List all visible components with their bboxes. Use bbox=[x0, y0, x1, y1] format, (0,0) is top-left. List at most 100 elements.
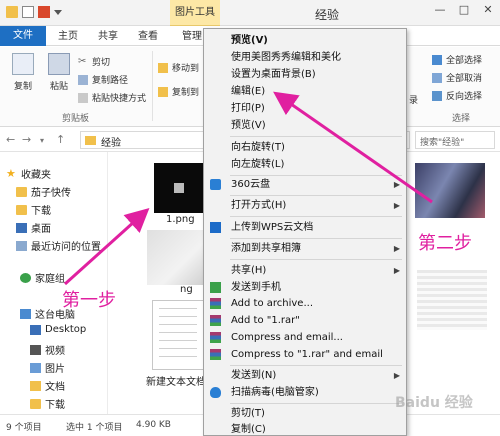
properties-icon[interactable] bbox=[22, 6, 34, 18]
select-none-button[interactable]: 全部取消 bbox=[432, 71, 482, 84]
nav-pc-downloads[interactable]: 下载 bbox=[30, 396, 65, 411]
nav-pc-videos[interactable]: 视频 bbox=[30, 342, 65, 357]
quick-access-toolbar bbox=[6, 6, 62, 18]
paste-icon bbox=[48, 53, 70, 75]
minimize-button[interactable]: — bbox=[428, 0, 452, 20]
nav-pc-documents[interactable]: 文档 bbox=[30, 378, 65, 393]
file-label-1png[interactable]: 1.png bbox=[166, 214, 195, 225]
back-icon[interactable]: ← bbox=[6, 133, 15, 146]
selected-size: 4.90 KB bbox=[136, 420, 171, 430]
paste-button[interactable]: 粘贴 bbox=[44, 53, 74, 92]
move-to-button[interactable]: 移动到 bbox=[158, 61, 199, 74]
recent-places-icon bbox=[16, 240, 27, 251]
menu-item-meitu[interactable]: 使用美图秀秀编辑和美化 bbox=[204, 49, 406, 66]
menu-item-wps-upload[interactable]: 上传到WPS云文档 bbox=[204, 219, 406, 236]
tab-share[interactable]: 共享 bbox=[98, 28, 118, 46]
winrar-icon bbox=[210, 349, 221, 360]
blurred-thumbnail[interactable] bbox=[147, 230, 207, 285]
invert-selection-icon bbox=[432, 90, 442, 101]
menu-item-open-with[interactable]: 打开方式(H) ▶ bbox=[204, 197, 406, 214]
desktop-icon bbox=[16, 222, 27, 233]
folder-icon bbox=[16, 186, 27, 197]
menu-item-cut[interactable]: 剪切(T) bbox=[204, 405, 406, 422]
blurred-document-thumbnail[interactable] bbox=[417, 270, 487, 330]
baidu-watermark: Baidu 经验 bbox=[395, 395, 473, 411]
menu-item-add-to-archive[interactable]: Add to archive... bbox=[204, 295, 406, 312]
menu-separator bbox=[230, 403, 402, 404]
menu-item-360-cloud[interactable]: 360云盘 ▶ bbox=[204, 176, 406, 193]
tab-view[interactable]: 查看 bbox=[138, 28, 158, 46]
menu-separator bbox=[230, 216, 402, 217]
menu-item-preview[interactable]: 预览(V) bbox=[204, 117, 406, 134]
menu-item-print[interactable]: 打印(P) bbox=[204, 100, 406, 117]
phone-icon bbox=[210, 282, 221, 293]
nav-item-qiezi[interactable]: 茄子快传 bbox=[16, 184, 71, 199]
text-document-thumbnail[interactable] bbox=[152, 300, 204, 370]
forward-icon[interactable]: → bbox=[22, 133, 31, 146]
paste-shortcut-button[interactable]: 粘贴快捷方式 bbox=[78, 91, 146, 104]
step1-annotation: 第一步 bbox=[62, 290, 116, 311]
menu-item-send-to[interactable]: 发送到(N) ▶ bbox=[204, 367, 406, 384]
invert-selection-button[interactable]: 反向选择 bbox=[432, 89, 482, 102]
menu-item-send-to-phone[interactable]: 发送到手机 bbox=[204, 279, 406, 296]
menu-item-shared-album[interactable]: 添加到共享相簿 ▶ bbox=[204, 240, 406, 257]
image-file-icon bbox=[174, 183, 184, 193]
file-label-png[interactable]: ng bbox=[180, 284, 193, 295]
submenu-arrow-icon: ▶ bbox=[393, 180, 400, 189]
clipboard-group-label: 剪贴板 bbox=[62, 114, 90, 124]
star-icon: ★ bbox=[6, 167, 16, 180]
navigation-pane: ★ 收藏夹 茄子快传 下载 桌面 最近访问的位置 家庭组 这台电脑 Deskto… bbox=[0, 152, 108, 414]
cut-button[interactable]: ✂ 剪切 bbox=[78, 55, 110, 68]
menu-item-rotate-right[interactable]: 向右旋转(T) bbox=[204, 139, 406, 156]
nav-pc-desktop[interactable]: Desktop bbox=[30, 324, 86, 335]
submenu-arrow-icon: ▶ bbox=[393, 244, 400, 253]
menu-item-preview-default[interactable]: 预览(V) bbox=[204, 32, 406, 49]
tab-file[interactable]: 文件 bbox=[0, 26, 46, 46]
nav-item-recent[interactable]: 最近访问的位置 bbox=[16, 238, 101, 253]
menu-item-edit[interactable]: 编辑(E) bbox=[204, 83, 406, 100]
menu-item-share[interactable]: 共享(H) ▶ bbox=[204, 262, 406, 279]
copy-path-button[interactable]: 复制路径 bbox=[78, 73, 128, 86]
file-thumbnail-1png[interactable] bbox=[154, 163, 206, 213]
copy-button[interactable]: 复制 bbox=[8, 53, 38, 92]
submenu-arrow-icon: ▶ bbox=[393, 266, 400, 275]
step2-annotation: 第二步 bbox=[418, 233, 472, 254]
copy-to-button[interactable]: 复制到 bbox=[158, 85, 199, 98]
image-thumbnail-right[interactable] bbox=[415, 163, 485, 218]
nav-item-desktop[interactable]: 桌面 bbox=[16, 220, 51, 235]
menu-item-add-to-rar[interactable]: Add to "1.rar" bbox=[204, 312, 406, 329]
folder-icon[interactable] bbox=[6, 6, 18, 18]
close-button[interactable]: ✕ bbox=[476, 0, 500, 20]
item-count: 9 个项目 bbox=[6, 423, 42, 433]
breadcrumb-current[interactable]: 经验 bbox=[101, 138, 121, 149]
select-all-icon bbox=[432, 54, 442, 65]
menu-item-compress-email[interactable]: Compress and email... bbox=[204, 329, 406, 346]
tab-manage[interactable]: 管理 bbox=[182, 28, 202, 46]
folder-icon bbox=[85, 136, 96, 145]
menu-separator bbox=[230, 136, 402, 137]
picture-tools-context-tab: 图片工具 bbox=[170, 0, 220, 26]
tab-home[interactable]: 主页 bbox=[58, 28, 78, 46]
customize-toolbar-chevron-down-icon[interactable] bbox=[54, 9, 62, 15]
nav-pc-pictures[interactable]: 图片 bbox=[30, 360, 65, 375]
winrar-icon bbox=[210, 298, 221, 309]
winrar-icon bbox=[210, 332, 221, 343]
up-icon[interactable]: ↑ bbox=[56, 133, 65, 146]
desktop-icon bbox=[30, 324, 41, 335]
title-bar: 图片工具 经验 — □ ✕ bbox=[0, 0, 500, 26]
menu-item-copy[interactable]: 复制(C) bbox=[204, 421, 406, 436]
maximize-button[interactable]: □ bbox=[452, 0, 476, 20]
recent-locations-chevron-icon[interactable]: ▾ bbox=[40, 136, 44, 145]
menu-item-compress-rar-email[interactable]: Compress to "1.rar" and email bbox=[204, 346, 406, 363]
copy-label: 复制 bbox=[13, 82, 32, 92]
menu-item-rotate-left[interactable]: 向左旋转(L) bbox=[204, 156, 406, 173]
search-input[interactable]: 搜索"经验" bbox=[415, 131, 495, 149]
nav-favorites[interactable]: ★ 收藏夹 bbox=[6, 166, 51, 181]
menu-item-set-wallpaper[interactable]: 设置为桌面背景(B) bbox=[204, 66, 406, 83]
menu-item-virus-scan[interactable]: 扫描病毒(电脑管家) bbox=[204, 384, 406, 401]
select-all-button[interactable]: 全部选择 bbox=[432, 53, 482, 66]
new-folder-icon[interactable] bbox=[38, 6, 50, 18]
nav-item-downloads[interactable]: 下载 bbox=[16, 202, 51, 217]
window-controls: — □ ✕ bbox=[428, 0, 500, 20]
nav-homegroup[interactable]: 家庭组 bbox=[20, 270, 65, 285]
